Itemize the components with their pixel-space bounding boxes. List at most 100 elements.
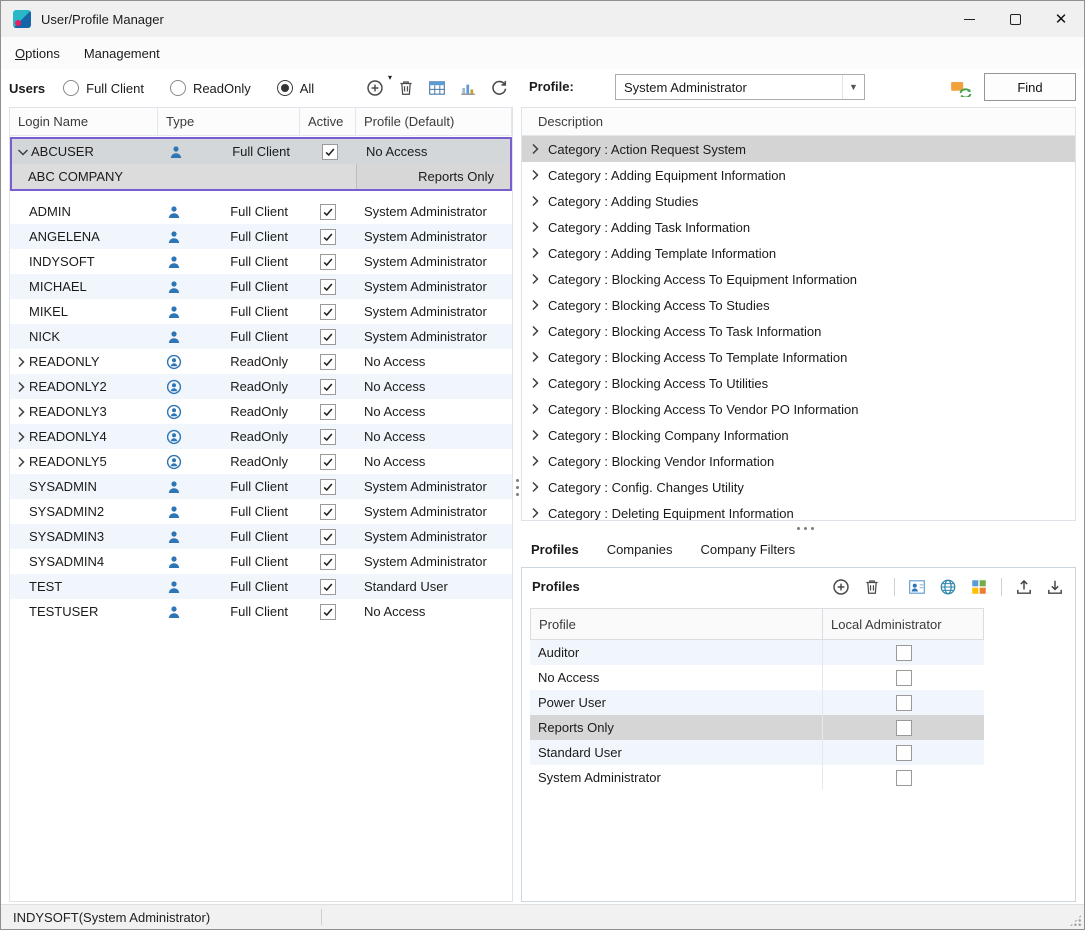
tab-companies[interactable]: Companies <box>607 542 673 557</box>
user-row[interactable]: ANGELENAFull ClientSystem Administrator <box>10 224 512 249</box>
user-row[interactable]: READONLY3ReadOnlyNo Access <box>10 399 512 424</box>
category-row[interactable]: Category : Action Request System <box>522 136 1075 162</box>
category-row[interactable]: Category : Blocking Company Information <box>522 422 1075 448</box>
find-button[interactable]: Find <box>984 73 1076 101</box>
active-checkbox[interactable] <box>320 204 336 220</box>
user-row[interactable]: ABCUSERFull ClientNo Access <box>12 139 510 164</box>
category-row[interactable]: Category : Config. Changes Utility <box>522 474 1075 500</box>
category-row[interactable]: Category : Blocking Access To Template I… <box>522 344 1075 370</box>
category-row[interactable]: Category : Deleting Equipment Informatio… <box>522 500 1075 521</box>
column-header-active[interactable]: Active <box>300 108 356 135</box>
chevron-right-icon[interactable] <box>527 271 543 287</box>
chevron-right-icon[interactable] <box>527 167 543 183</box>
chevron-right-icon[interactable] <box>527 219 543 235</box>
active-checkbox[interactable] <box>322 144 338 160</box>
chevron-right-icon[interactable] <box>13 454 29 470</box>
user-row[interactable]: SYSADMIN2Full ClientSystem Administrator <box>10 499 512 524</box>
panel-splitter[interactable] <box>514 479 520 499</box>
resize-grip[interactable] <box>1069 914 1082 927</box>
column-header-login-name[interactable]: Login Name <box>10 108 158 135</box>
category-row[interactable]: Category : Blocking Access To Task Infor… <box>522 318 1075 344</box>
column-header-profile-default[interactable]: Profile (Default) <box>356 108 512 135</box>
active-checkbox[interactable] <box>320 504 336 520</box>
column-header-local-administrator[interactable]: Local Administrator <box>823 609 983 639</box>
active-checkbox[interactable] <box>320 579 336 595</box>
sync-profile-button[interactable] <box>948 77 974 99</box>
profile-row-item[interactable]: Auditor <box>530 640 984 665</box>
tab-profiles[interactable]: Profiles <box>531 542 579 557</box>
active-checkbox[interactable] <box>320 304 336 320</box>
active-checkbox[interactable] <box>320 354 336 370</box>
filter-full-client[interactable]: Full Client <box>63 80 144 96</box>
chevron-right-icon[interactable] <box>527 297 543 313</box>
category-row[interactable]: Category : Adding Template Information <box>522 240 1075 266</box>
active-checkbox[interactable] <box>320 279 336 295</box>
profile-row-item[interactable]: Power User <box>530 690 984 715</box>
detail-splitter[interactable] <box>521 523 1076 533</box>
minimize-button[interactable] <box>946 1 992 37</box>
active-checkbox[interactable] <box>320 229 336 245</box>
user-row[interactable]: READONLY4ReadOnlyNo Access <box>10 424 512 449</box>
chevron-right-icon[interactable] <box>527 245 543 261</box>
chevron-right-icon[interactable] <box>527 505 543 521</box>
user-row[interactable]: READONLYReadOnlyNo Access <box>10 349 512 374</box>
profile-row-item[interactable]: Reports Only <box>530 715 984 740</box>
local-admin-checkbox[interactable] <box>896 770 912 786</box>
local-admin-checkbox[interactable] <box>896 645 912 661</box>
column-header-profile[interactable]: Profile <box>531 609 823 639</box>
add-profile-button[interactable] <box>829 575 853 599</box>
export-profiles-button[interactable] <box>1012 575 1036 599</box>
description-column-header[interactable]: Description <box>522 108 1075 136</box>
local-admin-checkbox[interactable] <box>896 720 912 736</box>
filter-readonly[interactable]: ReadOnly <box>170 80 251 96</box>
add-user-button[interactable]: ▾ <box>363 76 387 100</box>
category-row[interactable]: Category : Blocking Access To Utilities <box>522 370 1075 396</box>
close-button[interactable]: ✕ <box>1038 1 1084 37</box>
category-row[interactable]: Category : Adding Task Information <box>522 214 1075 240</box>
user-row[interactable]: SYSADMINFull ClientSystem Administrator <box>10 474 512 499</box>
active-checkbox[interactable] <box>320 379 336 395</box>
user-row[interactable]: ADMINFull ClientSystem Administrator <box>10 199 512 224</box>
category-row[interactable]: Category : Blocking Access To Vendor PO … <box>522 396 1075 422</box>
menu-options[interactable]: Options <box>15 46 60 61</box>
profile-row-item[interactable]: System Administrator <box>530 765 984 790</box>
profile-dropdown[interactable]: System Administrator ▼ <box>615 74 865 100</box>
profile-grid-button[interactable] <box>967 575 991 599</box>
user-row[interactable]: MIKELFull ClientSystem Administrator <box>10 299 512 324</box>
active-checkbox[interactable] <box>320 254 336 270</box>
profile-web-button[interactable] <box>936 575 960 599</box>
chevron-right-icon[interactable] <box>527 349 543 365</box>
active-checkbox[interactable] <box>320 529 336 545</box>
delete-user-button[interactable] <box>394 76 418 100</box>
chevron-right-icon[interactable] <box>13 404 29 420</box>
chevron-right-icon[interactable] <box>527 375 543 391</box>
active-checkbox[interactable] <box>320 404 336 420</box>
profile-user-button[interactable] <box>905 575 929 599</box>
active-checkbox[interactable] <box>320 329 336 345</box>
active-checkbox[interactable] <box>320 454 336 470</box>
refresh-button[interactable] <box>487 76 511 100</box>
active-checkbox[interactable] <box>320 479 336 495</box>
company-row[interactable]: ABC COMPANYReports Only <box>12 164 510 189</box>
chevron-right-icon[interactable] <box>527 193 543 209</box>
maximize-button[interactable] <box>992 1 1038 37</box>
chevron-right-icon[interactable] <box>527 141 543 157</box>
category-row[interactable]: Category : Blocking Access To Equipment … <box>522 266 1075 292</box>
user-row[interactable]: MICHAELFull ClientSystem Administrator <box>10 274 512 299</box>
user-row[interactable]: NICKFull ClientSystem Administrator <box>10 324 512 349</box>
local-admin-checkbox[interactable] <box>896 745 912 761</box>
category-row[interactable]: Category : Blocking Access To Studies <box>522 292 1075 318</box>
local-admin-checkbox[interactable] <box>896 670 912 686</box>
category-row[interactable]: Category : Blocking Vendor Information <box>522 448 1075 474</box>
chevron-right-icon[interactable] <box>527 323 543 339</box>
user-row[interactable]: TESTFull ClientStandard User <box>10 574 512 599</box>
delete-profile-button[interactable] <box>860 575 884 599</box>
active-checkbox[interactable] <box>320 554 336 570</box>
user-row[interactable]: READONLY2ReadOnlyNo Access <box>10 374 512 399</box>
active-checkbox[interactable] <box>320 429 336 445</box>
user-row[interactable]: TESTUSERFull ClientNo Access <box>10 599 512 624</box>
filter-all[interactable]: All <box>277 80 314 96</box>
user-row[interactable]: SYSADMIN3Full ClientSystem Administrator <box>10 524 512 549</box>
menu-management[interactable]: Management <box>84 46 160 61</box>
category-row[interactable]: Category : Adding Equipment Information <box>522 162 1075 188</box>
